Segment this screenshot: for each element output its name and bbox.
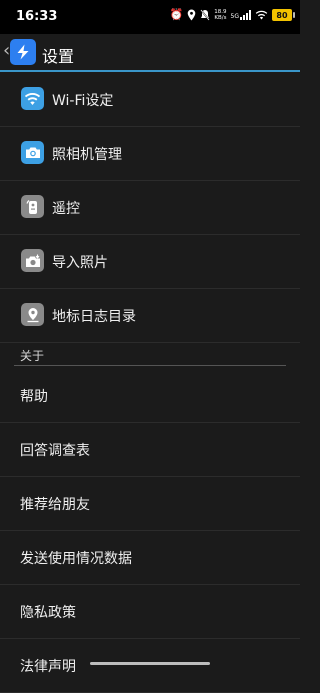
cellular-indicator: 5G [231,10,251,20]
import-photo-icon [21,249,44,272]
remote-control-icon [21,195,44,218]
about-item-legal-notice[interactable]: 法律声明 [0,638,300,693]
about-item-survey[interactable]: 回答调查表 [0,422,300,477]
about-item-send-usage-data[interactable]: 发送使用情况数据 [0,530,300,585]
about-item-label: 回答调查表 [20,443,90,459]
about-item-label: 隐私政策 [20,605,76,621]
status-bar: 16:33 ⏰ 18.9 KB/s 5G 80 [0,0,300,34]
mute-icon [200,9,210,21]
menu-item-remote-control[interactable]: 遥控 [0,180,300,235]
network-type: 5G [230,13,239,20]
menu-item-wifi-settings[interactable]: Wi-Fi设定 [0,72,300,127]
section-divider [14,365,286,366]
home-indicator[interactable] [90,662,210,665]
page-title: 设置 [42,47,75,66]
menu-item-label: 照相机管理 [52,147,122,163]
status-time: 16:33 [16,9,58,24]
menu-item-label: 地标日志目录 [52,309,136,325]
about-item-label: 推荐给朋友 [20,497,90,513]
location-icon [187,9,196,21]
menu-item-import-photos[interactable]: 导入照片 [0,234,300,289]
menu-item-label: 遥控 [52,201,80,217]
battery-level: 80 [276,10,288,20]
about-item-label: 法律声明 [20,659,76,675]
menu-item-label: Wi-Fi设定 [52,93,114,109]
about-item-help[interactable]: 帮助 [0,368,300,423]
menu-item-camera-management[interactable]: 照相机管理 [0,126,300,181]
menu-item-landmark-log[interactable]: 地标日志目录 [0,288,300,343]
location-pin-icon [21,303,44,326]
about-item-label: 帮助 [20,389,48,405]
wifi-icon [21,87,44,110]
app-logo-icon [10,39,36,65]
app-bar: ‹ 设置 [0,34,300,72]
camera-icon [21,141,44,164]
net-speed: 18.9 KB/s [214,9,226,21]
net-speed-unit: KB/s [214,15,227,21]
about-item-label: 发送使用情况数据 [20,551,132,567]
section-header-about: 关于 [20,349,45,363]
alarm-icon: ⏰ [169,8,184,21]
status-icons: ⏰ 18.9 KB/s 5G 80 [169,8,295,22]
wifi-status-icon [255,10,268,20]
menu-item-label: 导入照片 [52,255,108,271]
battery-icon: 80 [272,9,295,21]
about-item-privacy-policy[interactable]: 隐私政策 [0,584,300,639]
signal-icon [240,10,251,20]
about-item-recommend[interactable]: 推荐给朋友 [0,476,300,531]
